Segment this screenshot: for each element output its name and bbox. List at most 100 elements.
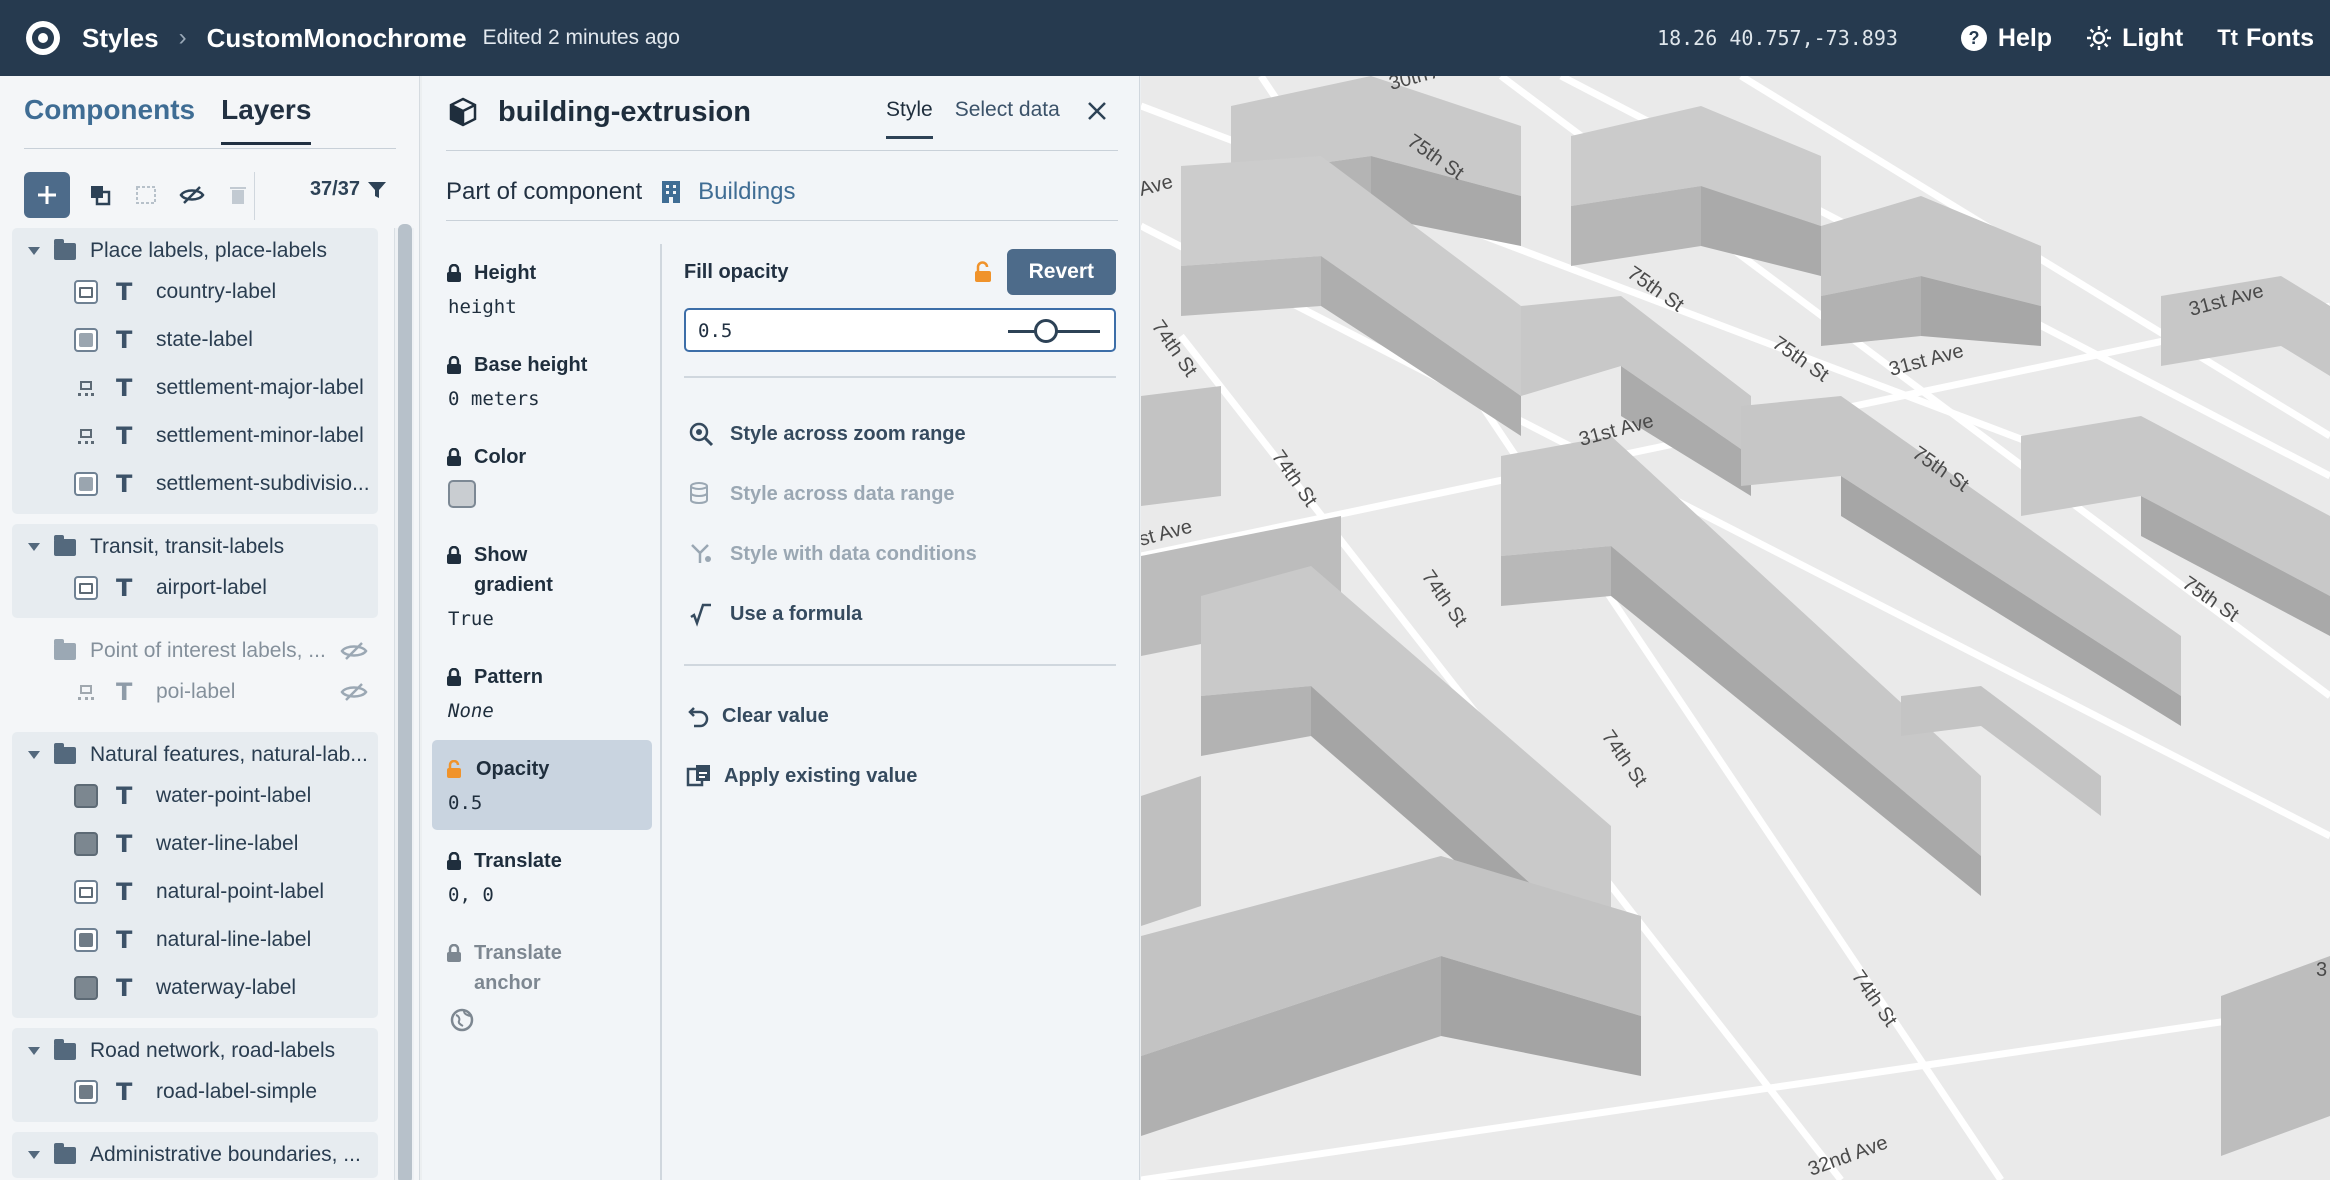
layer-item[interactable]: Tsettlement-minor-label	[12, 412, 378, 460]
style-name[interactable]: CustomMonochrome	[207, 23, 467, 54]
light-theme-button[interactable]: Light	[2086, 24, 2183, 53]
layer-group-header[interactable]: Road network, road-labels	[12, 1034, 378, 1068]
symbol-layer-icon: T	[116, 1078, 133, 1106]
caret-down-icon[interactable]	[28, 247, 40, 255]
property-base-height[interactable]: Base height 0 meters	[432, 336, 652, 426]
fill-opacity-input[interactable]: 0.5	[684, 308, 1116, 352]
property-editor: Fill opacity Revert 0.5 Style across zoo…	[684, 248, 1116, 806]
property-value: None	[448, 700, 494, 722]
use-formula-button[interactable]: Use a formula	[684, 584, 1116, 644]
component-name: Buildings	[698, 178, 796, 205]
tab-style[interactable]: Style	[886, 98, 933, 139]
delete-layer-button[interactable]	[222, 179, 254, 211]
color-swatch-icon	[74, 928, 98, 952]
property-color[interactable]: Color	[432, 428, 652, 524]
ungroup-button[interactable]	[130, 179, 162, 211]
layer-item[interactable]: Tnatural-point-label	[12, 868, 378, 916]
clear-value-button[interactable]: Clear value	[684, 686, 1116, 746]
layer-list-scroll-thumb[interactable]	[398, 224, 412, 1180]
tab-select-data[interactable]: Select data	[955, 98, 1060, 139]
property-opacity[interactable]: Opacity 0.5	[432, 740, 652, 830]
property-height[interactable]: Height height	[432, 244, 652, 334]
revert-button[interactable]: Revert	[1006, 249, 1116, 295]
fonts-button[interactable]: Tt Fonts	[2217, 24, 2314, 53]
eye-off-icon[interactable]	[340, 640, 368, 662]
layer-item[interactable]: Tpoi-label	[12, 668, 378, 716]
layer-item[interactable]: Tstate-label	[12, 316, 378, 364]
light-label: Light	[2122, 23, 2184, 52]
map-3d-buildings[interactable]: 30th Ave 75th St 75th St 75th St 31st Av…	[1141, 76, 2330, 1180]
layer-item[interactable]: Twaterway-label	[12, 964, 378, 1012]
layer-item[interactable]: Troad-label-simple	[12, 1068, 378, 1116]
symbol-layer-icon: T	[116, 678, 133, 706]
layer-item[interactable]: Twater-point-label	[12, 772, 378, 820]
image-swatch-icon	[74, 680, 98, 704]
eye-off-icon[interactable]	[340, 681, 368, 703]
option-label: Style across data range	[730, 482, 955, 505]
editor-divider	[684, 376, 1116, 378]
property-label: Opacity	[476, 758, 550, 780]
layer-item[interactable]: Twater-line-label	[12, 820, 378, 868]
hide-layer-button[interactable]	[176, 179, 208, 211]
tab-layers[interactable]: Layers	[221, 94, 312, 145]
layer-item[interactable]: Tairport-label	[12, 564, 378, 612]
breadcrumb-chevron-icon: ›	[178, 24, 187, 51]
layer-name: natural-point-label	[156, 880, 325, 903]
caret-down-icon[interactable]	[28, 1047, 40, 1055]
symbol-layer-icon: T	[116, 830, 133, 858]
street-label: 3	[2316, 959, 2327, 981]
caret-down-icon[interactable]	[28, 751, 40, 759]
mapbox-logo-icon[interactable]	[26, 21, 60, 55]
opacity-slider-handle[interactable]	[1034, 319, 1058, 343]
help-button[interactable]: ? Help	[1960, 24, 2052, 53]
layer-item[interactable]: Tnatural-line-label	[12, 916, 378, 964]
globe-icon	[450, 1008, 474, 1032]
property-label: Show gradient	[474, 544, 553, 596]
style-with-conditions-button[interactable]: Style with data conditions	[684, 524, 1116, 584]
trash-icon	[230, 187, 246, 204]
folder-icon	[54, 742, 76, 764]
component-divider	[446, 220, 1118, 221]
color-swatch[interactable]	[448, 480, 476, 508]
layer-group-header[interactable]: Place labels, place-labels	[12, 234, 378, 268]
property-show-gradient[interactable]: Show gradient True	[432, 526, 652, 646]
image-swatch-icon	[74, 280, 98, 304]
add-layer-button[interactable]	[24, 172, 70, 218]
color-swatch-icon	[74, 1080, 98, 1104]
layer-group-header[interactable]: Natural features, natural-lab...	[12, 738, 378, 772]
layers-sidebar: Components Layers 37/37 Place labels, pl…	[0, 76, 420, 1180]
lock-icon	[447, 264, 461, 282]
layer-name: settlement-subdivisio...	[156, 472, 370, 495]
component-link[interactable]: Part of component Buildings	[446, 170, 796, 214]
close-icon[interactable]	[1086, 100, 1108, 122]
tab-components[interactable]: Components	[24, 94, 195, 145]
layer-group-header[interactable]: Point of interest labels, ...	[12, 634, 378, 668]
layer-item[interactable]: Tsettlement-subdivisio...	[12, 460, 378, 508]
lock-icon	[447, 944, 461, 962]
layer-group-header[interactable]: Administrative boundaries, ...	[12, 1138, 378, 1172]
symbol-layer-icon: T	[116, 374, 133, 402]
caret-down-icon[interactable]	[28, 1151, 40, 1159]
property-translate[interactable]: Translate 0, 0	[432, 832, 652, 922]
layer-name: country-label	[156, 280, 277, 303]
layer-name: state-label	[156, 328, 253, 351]
layer-count: 37/37	[310, 178, 388, 201]
map-canvas[interactable]: 30th Ave 75th St 75th St 75th St 31st Av…	[1141, 76, 2330, 1180]
property-translate-anchor[interactable]: Translate anchor	[432, 924, 652, 1053]
filter-icon[interactable]	[366, 179, 388, 201]
apply-existing-value-button[interactable]: Apply existing value	[684, 746, 1116, 806]
property-value: True	[448, 608, 494, 630]
layer-group-header[interactable]: Transit, transit-labels	[12, 530, 378, 564]
layer-item[interactable]: Tsettlement-major-label	[12, 364, 378, 412]
caret-down-icon[interactable]	[28, 543, 40, 551]
layer-item[interactable]: Tcountry-label	[12, 268, 378, 316]
building-icon	[662, 181, 681, 203]
duplicate-layer-button[interactable]	[84, 179, 116, 211]
option-label: Style with data conditions	[730, 542, 977, 565]
unlocked-icon[interactable]	[973, 261, 993, 283]
folder-icon	[54, 1038, 76, 1060]
property-pattern[interactable]: Pattern None	[432, 648, 652, 738]
style-across-zoom-button[interactable]: Style across zoom range	[684, 404, 1116, 464]
breadcrumb-styles[interactable]: Styles	[82, 23, 159, 54]
style-across-data-button[interactable]: Style across data range	[684, 464, 1116, 524]
